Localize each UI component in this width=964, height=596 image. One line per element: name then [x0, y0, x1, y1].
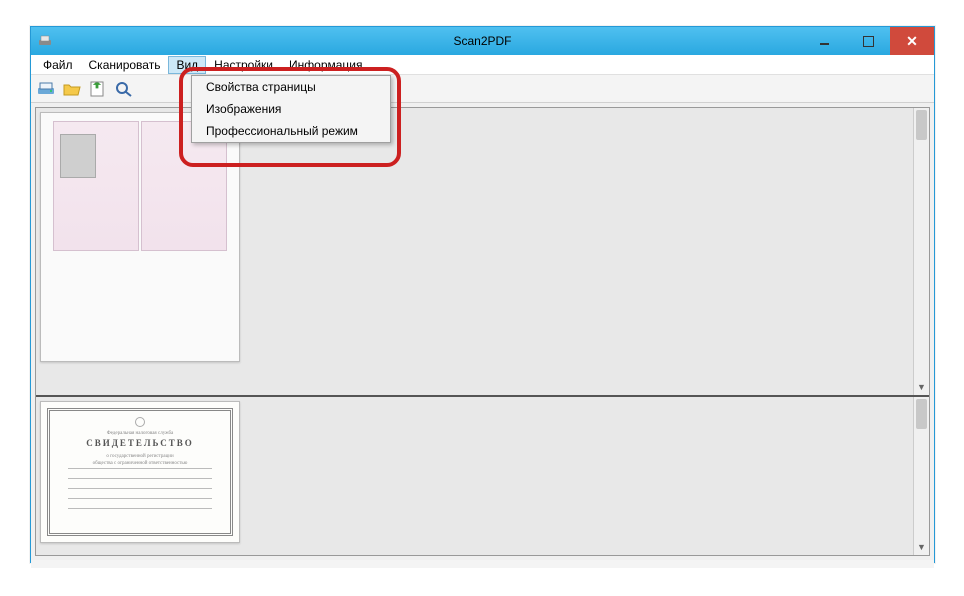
- lower-scrollbar[interactable]: ▲ ▼: [913, 397, 929, 555]
- window-controls: ✕: [802, 27, 934, 55]
- scroll-thumb[interactable]: [916, 399, 927, 429]
- lower-pane: Федеральная налоговая служба СВИДЕТЕЛЬСТ…: [36, 395, 929, 555]
- certificate-field: [68, 493, 212, 499]
- save-icon[interactable]: [87, 78, 109, 100]
- app-icon: [37, 33, 53, 49]
- menu-scan[interactable]: Сканировать: [81, 56, 169, 74]
- title-bar: Scan2PDF ✕: [31, 27, 934, 55]
- certificate-sub1: о государственной регистрации: [106, 454, 173, 459]
- certificate-title: СВИДЕТЕЛЬСТВО: [86, 438, 194, 448]
- menu-view[interactable]: Вид: [168, 56, 206, 74]
- menu-info[interactable]: Информация: [281, 56, 370, 74]
- certificate-org: Федеральная налоговая служба: [107, 431, 174, 436]
- open-folder-icon[interactable]: [61, 78, 83, 100]
- menu-item-images[interactable]: Изображения: [192, 98, 390, 120]
- passport-photo: [60, 134, 96, 178]
- menu-bar: Файл Сканировать Вид Настройки Информаци…: [31, 55, 934, 75]
- certificate-emblem-icon: [135, 417, 145, 427]
- menu-file[interactable]: Файл: [35, 56, 81, 74]
- thumbnail-passport[interactable]: [40, 112, 240, 362]
- certificate-field: [68, 503, 212, 509]
- window-title: Scan2PDF: [31, 34, 934, 48]
- scroll-down-icon[interactable]: ▼: [914, 379, 929, 395]
- menu-item-pro-mode[interactable]: Профессиональный режим: [192, 120, 390, 142]
- certificate-field: [68, 473, 212, 479]
- view-dropdown-menu: Свойства страницы Изображения Профессион…: [191, 75, 391, 143]
- toolbar: [31, 75, 934, 103]
- menu-settings[interactable]: Настройки: [206, 56, 281, 74]
- menu-item-page-properties[interactable]: Свойства страницы: [192, 76, 390, 98]
- certificate-sub2: общества с ограниченной ответственностью: [93, 461, 188, 466]
- lower-main-view: ▲ ▼: [246, 397, 929, 555]
- app-window: Scan2PDF ✕ Файл Сканировать Вид Настройк…: [30, 26, 935, 563]
- maximize-button[interactable]: [846, 27, 890, 55]
- zoom-icon[interactable]: [113, 78, 135, 100]
- scanner-icon[interactable]: [35, 78, 57, 100]
- upper-main-view: ▲ ▼: [246, 108, 929, 395]
- scroll-down-icon[interactable]: ▼: [914, 539, 929, 555]
- thumbnail-column-lower: Федеральная налоговая служба СВИДЕТЕЛЬСТ…: [36, 397, 246, 555]
- thumbnail-column-upper: [36, 108, 246, 395]
- certificate-field: [68, 483, 212, 489]
- upper-pane: ▲ ▼: [36, 108, 929, 395]
- certificate-border: Федеральная налоговая служба СВИДЕТЕЛЬСТ…: [47, 408, 233, 536]
- upper-scrollbar[interactable]: ▲ ▼: [913, 108, 929, 395]
- thumbnail-certificate[interactable]: Федеральная налоговая служба СВИДЕТЕЛЬСТ…: [40, 401, 240, 543]
- status-bar: [31, 560, 934, 568]
- passport-left-page: [53, 121, 139, 251]
- content-area: ▲ ▼ Федеральная налоговая служба СВИДЕТЕ…: [35, 107, 930, 556]
- certificate-line: [68, 468, 212, 469]
- minimize-button[interactable]: [802, 27, 846, 55]
- scroll-thumb[interactable]: [916, 110, 927, 140]
- close-button[interactable]: ✕: [890, 27, 934, 55]
